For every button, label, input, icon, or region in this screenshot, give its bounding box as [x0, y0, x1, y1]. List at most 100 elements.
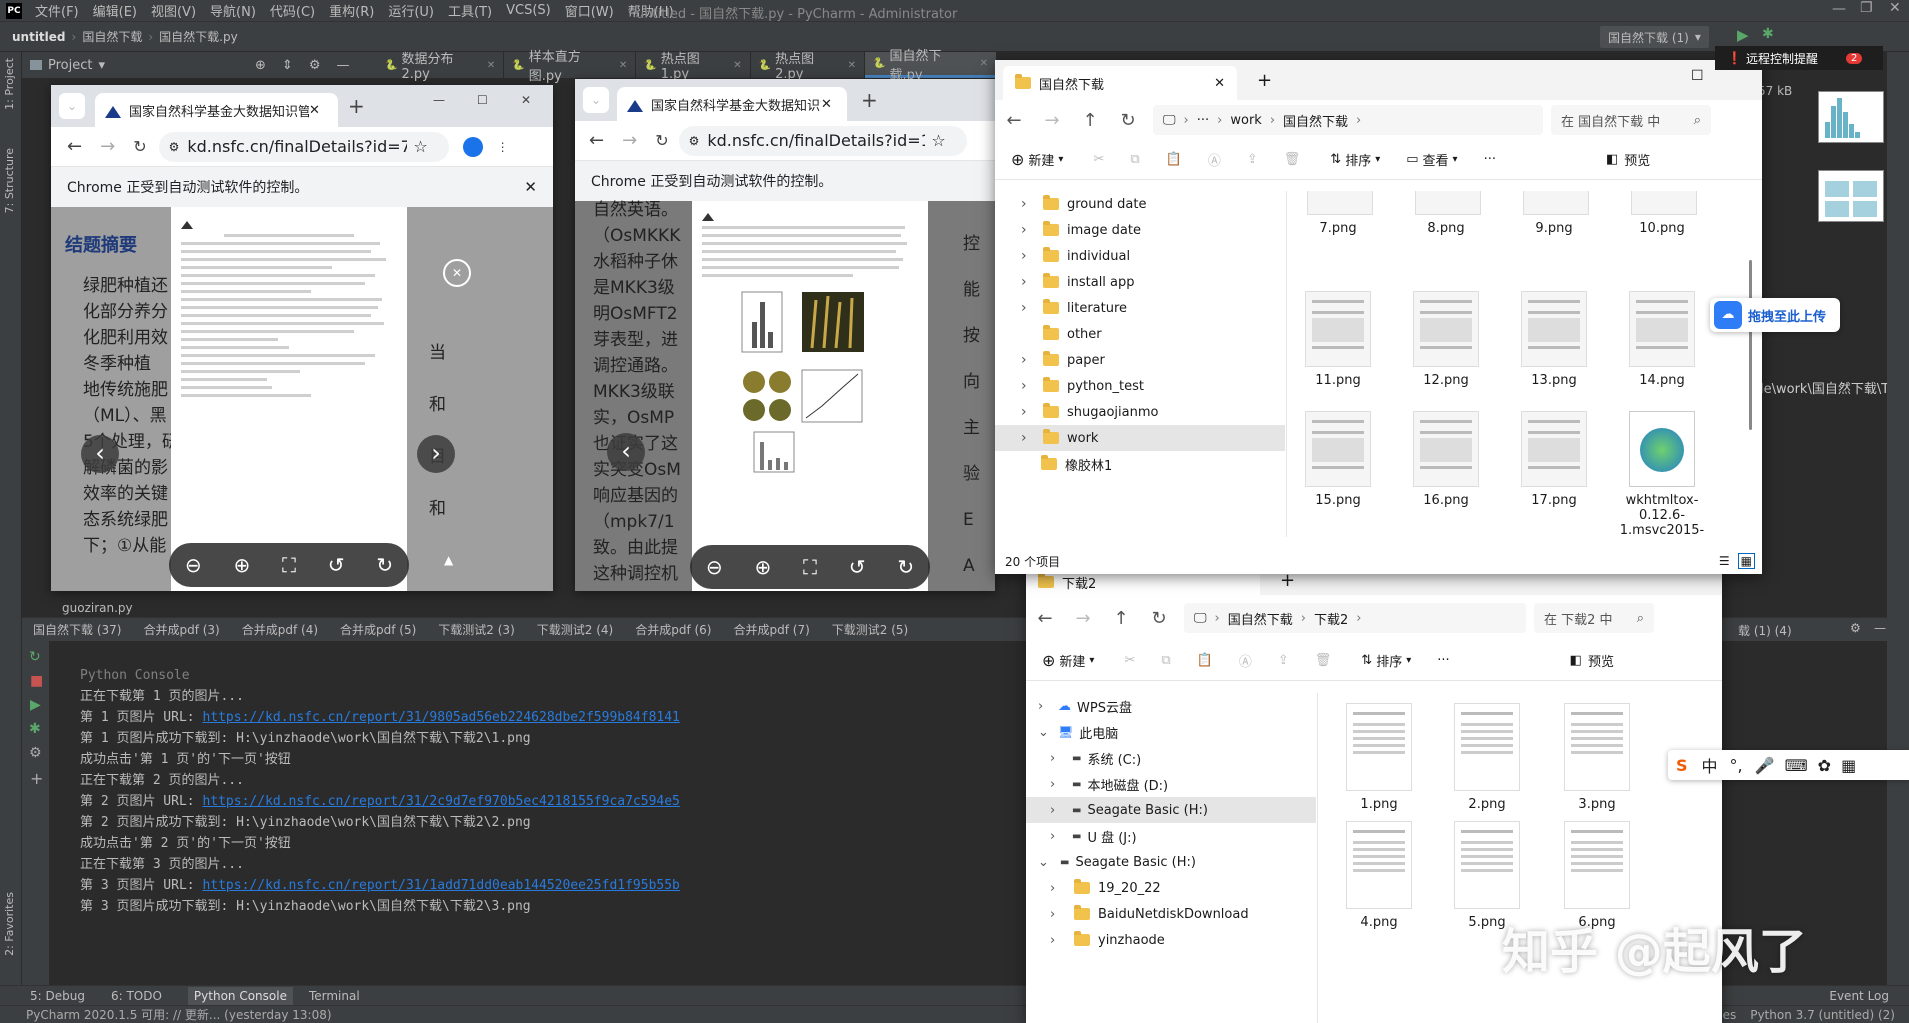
paste-icon[interactable]: 📋 [1166, 152, 1182, 167]
new-button[interactable]: 新建 [1059, 651, 1085, 670]
file-item[interactable]: 13.png [1511, 291, 1597, 388]
breadcrumb-folder[interactable]: 国自然下载 [82, 28, 142, 45]
close-infobar-icon[interactable]: ✕ [524, 178, 537, 196]
maximize-button[interactable]: ☐ [1691, 68, 1704, 84]
file-item[interactable]: 16.png [1403, 411, 1489, 508]
chevron-right-icon[interactable]: › [1021, 222, 1035, 238]
zoom-in-icon[interactable]: ⊕ [754, 555, 771, 579]
add-icon[interactable]: + [30, 769, 49, 788]
console-tab[interactable]: 合并成pdf (4) [231, 621, 329, 638]
menu-item[interactable]: 窗口(W) [558, 1, 621, 20]
thumbnail-view-icon[interactable]: ▦ [1737, 553, 1755, 569]
share-icon[interactable]: ⇪ [1247, 152, 1258, 167]
tree-item[interactable]: › image date [995, 217, 1285, 243]
console-tab[interactable]: 合并成pdf (5) [329, 621, 427, 638]
terminal-tool-tab[interactable]: Terminal [309, 989, 360, 1003]
forward-button[interactable]: → [622, 130, 637, 151]
console-tab[interactable]: 下载测试2 (4) [526, 621, 624, 638]
reload-button[interactable]: ↻ [655, 131, 668, 150]
tab-search-icon[interactable]: ⌄ [59, 93, 85, 119]
file-item[interactable]: 12.png [1403, 291, 1489, 388]
close-tab-icon[interactable]: ✕ [821, 97, 832, 112]
view-button[interactable]: 查看 [1423, 150, 1449, 169]
console-tab[interactable]: 国自然下载 (37) [22, 621, 132, 638]
console-tab[interactable]: 载 (1) (4) [1738, 622, 1792, 639]
previous-page-button[interactable]: ‹ [81, 435, 119, 473]
chevron-right-icon[interactable]: › [1021, 300, 1035, 316]
gear-icon[interactable]: ⚙ [1850, 621, 1861, 635]
locate-icon[interactable]: ⊕ [255, 58, 266, 73]
file-item[interactable]: wkhtmltox-0.12.6-1.msvc2015-win64.exe [1619, 411, 1705, 537]
rotate-right-icon[interactable]: ↻ [897, 555, 914, 579]
chevron-right-icon[interactable]: › [1021, 274, 1035, 290]
tree-item[interactable]: › ▬ U 盘 (J:) [1026, 823, 1316, 849]
toolbox-icon[interactable]: ▦ [1841, 756, 1856, 775]
close-window-button[interactable]: ✕ [521, 93, 531, 107]
zoom-out-icon[interactable]: ⊖ [185, 553, 202, 577]
rotate-left-icon[interactable]: ↺ [328, 553, 345, 577]
gear-icon[interactable]: ⚙ [309, 58, 321, 73]
ime-language[interactable]: 中 [1702, 753, 1718, 777]
debug-tool-tab[interactable]: 5: Debug [30, 989, 85, 1003]
project-label[interactable]: Project [48, 58, 92, 73]
delete-icon[interactable]: 🗑 [1315, 653, 1332, 668]
copy-icon[interactable]: ⧉ [1130, 152, 1139, 167]
tree-item[interactable]: › literature [995, 295, 1285, 321]
rename-icon[interactable]: Ⓐ [1208, 150, 1221, 169]
close-tab-icon[interactable]: ✕ [487, 60, 495, 71]
minimize-button[interactable]: — [433, 93, 445, 107]
run-config-selector[interactable]: 国自然下载 (1) ▾ [1600, 26, 1709, 48]
sort-button[interactable]: 排序 [1345, 150, 1371, 169]
cut-icon[interactable]: ✂ [1124, 653, 1135, 668]
tree-item[interactable]: › shugaojianmo [995, 399, 1285, 425]
forward-button[interactable]: → [100, 136, 115, 157]
chart-thumbnail[interactable] [1818, 170, 1884, 222]
close-viewer-button[interactable]: ✕ [443, 259, 471, 287]
chevron-down-icon[interactable]: ⌄ [1038, 725, 1052, 740]
stop-icon[interactable]: ■ [30, 673, 49, 689]
close-window-button[interactable]: ✕ [1889, 0, 1901, 16]
maximize-button[interactable]: ☐ [477, 93, 488, 107]
back-button[interactable]: ← [67, 136, 82, 157]
hide-icon[interactable]: — [336, 58, 349, 73]
paste-icon[interactable]: 📋 [1197, 653, 1213, 668]
editor-tab[interactable]: 🐍 热点图1.py ✕ [636, 52, 751, 82]
share-icon[interactable]: ⇪ [1278, 653, 1289, 668]
close-tab-icon[interactable]: ✕ [619, 60, 627, 71]
editor-tab[interactable]: 🐍 热点图2.py ✕ [751, 52, 866, 82]
menu-item[interactable]: 运行(U) [381, 1, 441, 20]
tree-item[interactable]: › ▬ Seagate Basic (H:) [1026, 797, 1316, 823]
chevron-right-icon[interactable]: › [1038, 699, 1052, 714]
run-icon[interactable]: ▶ [1737, 26, 1749, 44]
menu-dots-icon[interactable]: ⋮ [497, 140, 509, 154]
todo-tool-tab[interactable]: 6: TODO [111, 989, 162, 1003]
rename-icon[interactable]: Ⓐ [1239, 651, 1252, 670]
file-item[interactable]: 4.png [1336, 821, 1422, 930]
tree-item[interactable]: other [995, 321, 1285, 347]
more-options-icon[interactable]: ··· [1437, 653, 1449, 668]
menu-item[interactable]: 导航(N) [203, 1, 263, 20]
more-options-icon[interactable]: ··· [1484, 152, 1496, 167]
search-box[interactable]: 在 下载2 中 ⌕ [1534, 603, 1654, 633]
breadcrumb-file[interactable]: 国自然下载.py [159, 28, 238, 45]
event-log-tab[interactable]: Event Log [1829, 989, 1889, 1003]
tree-item[interactable]: 橡胶林1 [995, 451, 1285, 477]
file-item[interactable]: 2.png [1444, 703, 1530, 812]
fullscreen-icon[interactable]: ⛶ [282, 553, 296, 577]
breadcrumb-current[interactable]: 国自然下载 [1283, 111, 1348, 130]
breadcrumb-work[interactable]: work [1230, 113, 1261, 128]
refresh-button[interactable]: ↻ [1140, 608, 1178, 629]
file-item[interactable]: 9.png [1511, 191, 1597, 236]
close-tab-icon[interactable]: ✕ [309, 103, 320, 118]
chevron-right-icon[interactable]: › [1050, 933, 1064, 948]
tree-item[interactable]: › ground date [995, 191, 1285, 217]
address-bar[interactable]: 🖵 › ··· › work › 国自然下载 › [1153, 105, 1543, 135]
file-item[interactable]: 8.png [1403, 191, 1489, 236]
forward-button[interactable]: → [1064, 608, 1102, 629]
tree-item[interactable]: › ▬ 系统 (C:) [1026, 745, 1316, 771]
profile-avatar[interactable] [462, 136, 483, 157]
upload-drop-badge[interactable]: ☁ 拖拽至此上传 [1710, 298, 1840, 332]
console-link[interactable]: https://kd.nsfc.cn/report/31/2c9d7ef970b… [202, 794, 679, 809]
address-bar[interactable]: 🖵 › 国自然下载 › 下载2 › [1184, 603, 1526, 633]
settings-icon[interactable]: ⚙ [29, 745, 49, 761]
